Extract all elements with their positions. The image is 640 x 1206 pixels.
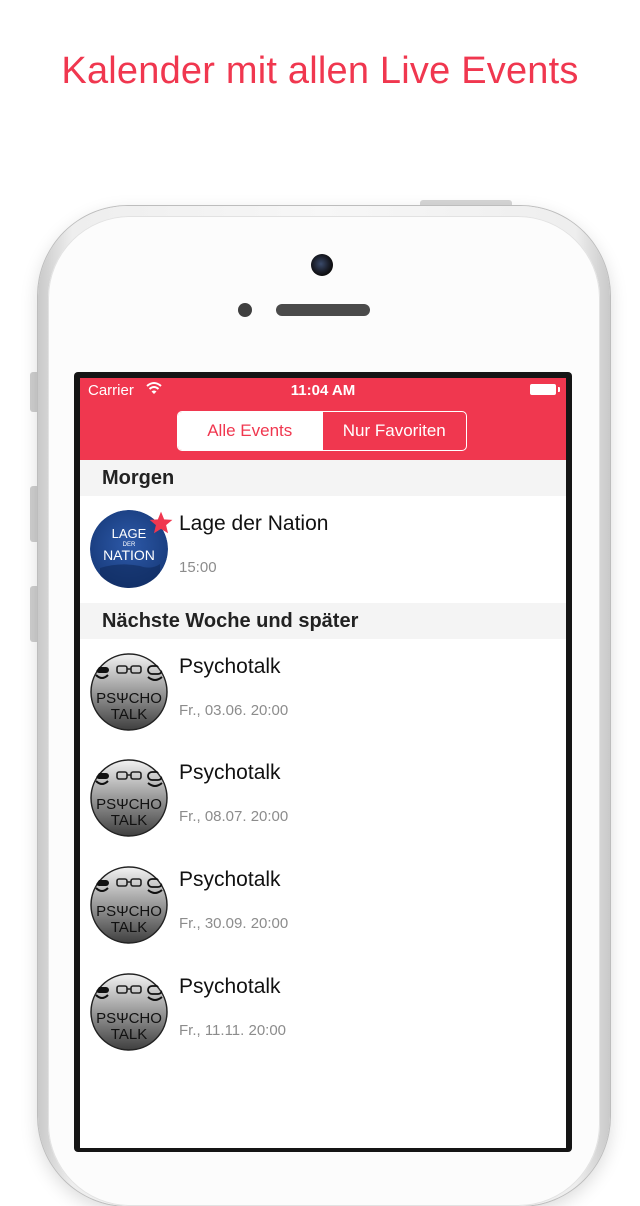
volume-up-button — [30, 486, 38, 542]
section-header-later: Nächste Woche und später — [80, 603, 566, 639]
event-title: Psychotalk — [179, 761, 281, 784]
front-camera — [311, 254, 333, 276]
podcast-logo-psychotalk: PSΨCHO TALK — [90, 653, 168, 731]
status-time: 11:04 AM — [290, 382, 356, 399]
event-time: 15:00 — [179, 559, 217, 576]
event-time: Fr., 11.11. 20:00 — [179, 1022, 287, 1039]
logo-text-psycho: PSΨCHO — [96, 1010, 162, 1027]
logo-text-psycho: PSΨCHO — [96, 903, 162, 920]
logo-text-talk: TALK — [111, 706, 147, 723]
event-row[interactable]: PSΨCHO TALK Psychotalk Fr., 11.11. 20:00 — [80, 959, 566, 1065]
navigation-bar: Carrier 11:04 AM Alle Events Nur Favorit… — [80, 378, 566, 460]
event-title: Lage der Nation — [179, 512, 329, 535]
app-screen: Carrier 11:04 AM Alle Events Nur Favorit… — [80, 378, 566, 1148]
event-title: Psychotalk — [179, 655, 281, 678]
battery-icon — [530, 384, 560, 395]
promo-headline: Kalender mit allen Live Events — [61, 50, 579, 92]
segment-all-events[interactable]: Alle Events — [178, 412, 322, 450]
event-time: Fr., 30.09. 20:00 — [179, 915, 289, 932]
event-filter-control: Alle Events Nur Favoriten — [177, 411, 467, 451]
logo-text-psycho: PSΨCHO — [96, 690, 162, 707]
event-title: Psychotalk — [179, 868, 281, 891]
star-icon — [149, 511, 173, 534]
event-time: Fr., 08.07. 20:00 — [179, 808, 289, 825]
logo-text-lage: LAGE — [112, 526, 147, 541]
event-row[interactable]: LAGE DER NATION Lage der Nation 15:00 — [80, 496, 566, 602]
logo-text-talk: TALK — [111, 812, 147, 829]
event-title: Psychotalk — [179, 975, 281, 998]
logo-text-nation: NATION — [103, 547, 155, 563]
event-time: Fr., 03.06. 20:00 — [179, 702, 289, 719]
logo-text-talk: TALK — [111, 919, 147, 936]
podcast-logo-psychotalk: PSΨCHO TALK — [90, 866, 168, 944]
podcast-logo-psychotalk: PSΨCHO TALK — [90, 759, 168, 837]
mute-switch — [30, 372, 38, 412]
logo-text-talk: TALK — [111, 1026, 147, 1043]
segment-favorites-only[interactable]: Nur Favoriten — [321, 412, 467, 450]
volume-down-button — [30, 586, 38, 642]
status-bar: Carrier 11:04 AM — [80, 378, 566, 402]
earpiece-speaker — [276, 304, 370, 316]
section-header-tomorrow: Morgen — [80, 460, 566, 496]
logo-text-psycho: PSΨCHO — [96, 796, 162, 813]
podcast-logo-psychotalk: PSΨCHO TALK — [90, 973, 168, 1051]
event-row[interactable]: PSΨCHO TALK Psychotalk Fr., 30.09. 20:00 — [80, 852, 566, 958]
event-row[interactable]: PSΨCHO TALK Psychotalk Fr., 08.07. 20:00 — [80, 745, 566, 851]
event-row[interactable]: PSΨCHO TALK Psychotalk Fr., 03.06. 20:00 — [80, 639, 566, 745]
proximity-sensor — [238, 303, 252, 317]
